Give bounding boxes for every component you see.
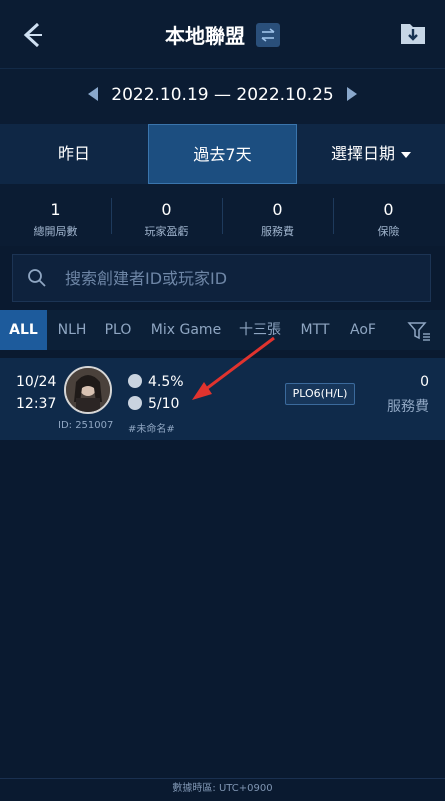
service-fee-value: 0: [420, 374, 429, 390]
tab-yesterday[interactable]: 昨日: [0, 124, 148, 184]
top-bar: 本地聯盟: [0, 0, 445, 68]
footer-timezone: 數據時區: UTC+0900: [0, 778, 445, 801]
page-title: 本地聯盟: [164, 24, 245, 48]
caret-down-icon: [401, 151, 411, 158]
game-id: ID: 251007: [58, 420, 114, 431]
tab-select-date[interactable]: 選擇日期: [297, 124, 445, 184]
players-metric: 5/10: [128, 396, 179, 412]
date-range-text: 2022.10.19 — 2022.10.25: [111, 85, 334, 105]
stat-service-fee: 0 服務費: [261, 200, 294, 238]
stat-player-pnl: 0 玩家盈虧: [144, 200, 189, 238]
download-icon[interactable]: [399, 18, 427, 46]
search-box: [12, 254, 431, 302]
rake-metric: 4.5%: [128, 374, 184, 390]
stat-total-games: 1 總開局數: [33, 200, 78, 238]
chip-icon: [128, 396, 142, 410]
tab-last-7-days[interactable]: 過去7天: [148, 124, 297, 184]
row-date: 10/24: [16, 374, 57, 390]
date-range-bar: 2022.10.19 — 2022.10.25: [0, 68, 445, 125]
stats-summary: 1 總開局數 0 玩家盈虧 0 服務費 0 保險: [0, 184, 445, 246]
annotation-arrow-icon: [192, 336, 275, 400]
stat-insurance: 0 保險: [377, 200, 400, 238]
service-fee-label: 服務費: [387, 399, 429, 415]
title-group: 本地聯盟: [0, 20, 445, 49]
filter-all[interactable]: ALL: [0, 310, 47, 350]
search-icon: [28, 269, 46, 287]
period-tabs: 昨日 過去7天 選擇日期: [0, 124, 445, 184]
filter-icon[interactable]: [407, 320, 431, 342]
filter-plo[interactable]: PLO: [97, 310, 139, 350]
avatar: [64, 366, 112, 414]
search-input[interactable]: [65, 255, 415, 301]
swap-icon[interactable]: [256, 22, 281, 47]
club-name: #未命名#: [128, 424, 175, 435]
game-type-badge: PLO6(H/L): [285, 383, 355, 405]
next-range-icon[interactable]: [347, 87, 357, 101]
dollar-coin-icon: [128, 374, 142, 388]
filter-aof[interactable]: AoF: [342, 310, 384, 350]
row-time: 12:37: [16, 396, 57, 412]
filter-mtt[interactable]: MTT: [293, 310, 337, 350]
filter-nlh[interactable]: NLH: [50, 310, 94, 350]
